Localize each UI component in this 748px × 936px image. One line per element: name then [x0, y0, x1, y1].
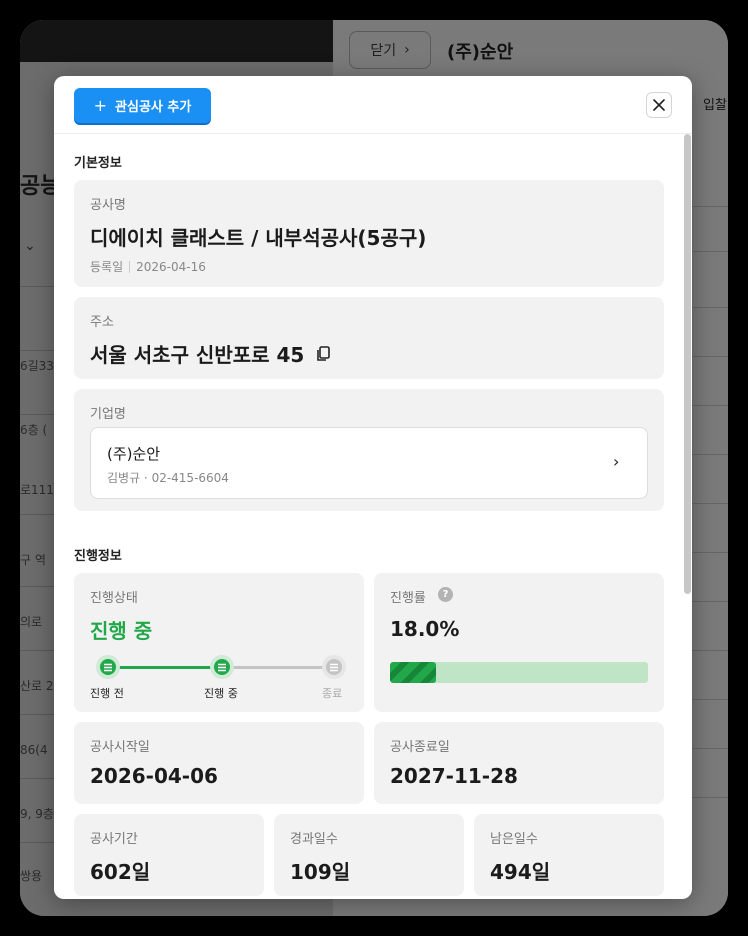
progress-bar: [390, 662, 648, 683]
divider: [129, 260, 131, 273]
address-label: 주소: [90, 315, 114, 330]
tablet-frame: 공능 ⌄ 6길33, 6층 ( 로111 구 역 의로 산로 2 86(4 9,…: [0, 0, 748, 936]
company-contact: 김병규 · 02-415-6604: [107, 471, 229, 485]
step-label-end: 종료: [322, 687, 343, 700]
add-interest-label: 관심공사 추가: [115, 100, 192, 115]
step-end: [322, 655, 346, 679]
end-date-value: 2027-11-28: [390, 764, 518, 788]
company-name: (주)순안: [107, 445, 161, 463]
elapsed-days-card: 경과일수 109일: [274, 814, 464, 896]
company-link[interactable]: (주)순안 김병규 · 02-415-6604 ›: [90, 427, 648, 499]
step-label-current: 진행 중: [204, 687, 238, 700]
project-name-label: 공사명: [90, 198, 126, 213]
start-date-value: 2026-04-06: [90, 764, 218, 788]
help-icon[interactable]: ?: [438, 587, 453, 602]
start-date-label: 공사시작일: [90, 740, 150, 755]
step-line-pending: [222, 666, 334, 669]
registered-meta: 등록일 2026-04-16: [90, 258, 206, 275]
remaining-days-value: 494일: [490, 860, 551, 884]
background-company-title: (주)순안: [447, 42, 514, 63]
step-list-icon: [326, 659, 342, 675]
progress-bar-fill: [390, 662, 437, 683]
step-list-icon: [214, 659, 230, 675]
add-interest-button[interactable]: + 관심공사 추가: [74, 88, 211, 123]
registered-label: 등록일: [90, 260, 124, 274]
elapsed-days-value: 109일: [290, 860, 351, 884]
step-list-icon: [100, 659, 116, 675]
duration-value: 602일: [90, 860, 151, 884]
project-name-card: 공사명 디에이치 클래스트 / 내부석공사(5공구) 등록일 2026-04-1…: [74, 180, 664, 287]
step-line-done: [108, 666, 222, 669]
step-current: [210, 655, 234, 679]
modal-header: + 관심공사 추가: [54, 76, 692, 134]
elapsed-days-label: 경과일수: [290, 832, 338, 847]
progress-info-title: 진행정보: [74, 549, 122, 564]
plus-icon: +: [93, 96, 108, 115]
chevron-right-icon: ›: [404, 42, 410, 58]
company-card: 기업명 (주)순안 김병규 · 02-415-6604 ›: [74, 389, 664, 511]
remaining-days-card: 남은일수 494일: [474, 814, 664, 896]
background-tab: 입찰: [703, 98, 727, 113]
step-before: [96, 655, 120, 679]
background-close-label: 닫기: [370, 43, 397, 59]
address-row: 서울 서초구 신반포로 45: [90, 339, 331, 368]
progress-rate-card: 진행률 ? 18.0%: [374, 573, 664, 712]
end-date-label: 공사종료일: [390, 740, 450, 755]
background-close-button: 닫기 ›: [349, 31, 431, 69]
duration-card: 공사기간 602일: [74, 814, 264, 896]
end-date-card: 공사종료일 2027-11-28: [374, 722, 664, 804]
remaining-days-label: 남은일수: [490, 832, 538, 847]
close-button[interactable]: [646, 92, 672, 118]
step-label-before: 진행 전: [90, 687, 124, 700]
copy-icon[interactable]: [316, 345, 331, 362]
status-card: 진행상태 진행 중 진행 전 진행 중 종료: [74, 573, 364, 712]
background-topbar: [20, 20, 333, 62]
start-date-card: 공사시작일 2026-04-06: [74, 722, 364, 804]
basic-info-title: 기본정보: [74, 156, 122, 171]
company-label: 기업명: [90, 407, 126, 422]
modal-body[interactable]: 기본정보 공사명 디에이치 클래스트 / 내부석공사(5공구) 등록일 2026…: [54, 134, 692, 899]
project-name: 디에이치 클래스트 / 내부석공사(5공구): [90, 226, 427, 250]
progress-rate-value: 18.0%: [390, 617, 460, 641]
close-icon: [653, 99, 665, 111]
registered-date: 2026-04-16: [136, 259, 206, 274]
address-card: 주소 서울 서초구 신반포로 45: [74, 297, 664, 379]
modal-scrollbar[interactable]: [684, 134, 691, 594]
duration-label: 공사기간: [90, 832, 138, 847]
address-value: 서울 서초구 신반포로 45: [90, 343, 305, 367]
chevron-down-icon: ⌄: [24, 238, 36, 254]
project-detail-modal: + 관심공사 추가 기본정보 공사명 디에이치 클래스트 / 내부석공사(5공구…: [54, 76, 692, 899]
progress-rate-label: 진행률: [390, 591, 426, 606]
chevron-right-icon: ›: [613, 452, 620, 471]
status-label: 진행상태: [90, 591, 138, 606]
status-value: 진행 중: [90, 619, 153, 643]
